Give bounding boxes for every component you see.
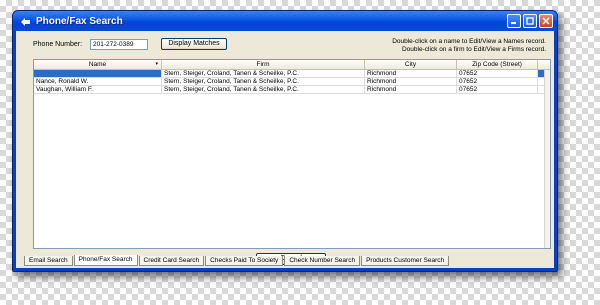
cell-firm[interactable]: Stern, Steiger, Croland, Tanen & Scheilk… xyxy=(162,70,365,77)
display-matches-button[interactable]: Display Matches xyxy=(161,38,227,50)
client-area: Phone Number: Display Matches Double-cli… xyxy=(16,31,554,268)
cell-city[interactable]: Richmond xyxy=(365,86,457,93)
column-header-city[interactable]: City xyxy=(365,60,457,69)
tab-credit-card-search[interactable]: Credit Card Search xyxy=(138,256,205,266)
column-header-name[interactable]: Name ▾ xyxy=(34,60,162,69)
results-grid[interactable]: Name ▾ Firm City Zip Code (Street) Stern… xyxy=(33,59,551,249)
minimize-button[interactable] xyxy=(507,14,521,28)
window-title: Phone/Fax Search xyxy=(36,15,123,27)
tab-checks-paid-to-society[interactable]: Checks Paid To Society xyxy=(205,256,284,266)
maximize-button[interactable] xyxy=(523,14,537,28)
column-header-firm[interactable]: Firm xyxy=(162,60,365,69)
table-row[interactable]: Stern, Steiger, Croland, Tanen & Scheilk… xyxy=(34,70,550,78)
app-icon xyxy=(19,15,31,27)
table-row[interactable]: Vaughan, William F. Stern, Steiger, Crol… xyxy=(34,86,550,94)
tab-phone-fax-search[interactable]: Phone/Fax Search xyxy=(73,255,138,266)
tab-email-search[interactable]: Email Search xyxy=(24,256,73,266)
cell-firm[interactable]: Stern, Steiger, Croland, Tanen & Scheilk… xyxy=(162,86,365,93)
cell-name[interactable]: Nance, Ronald W. xyxy=(34,78,162,85)
vertical-scrollbar[interactable] xyxy=(544,70,550,248)
cell-zip[interactable]: 07652 xyxy=(457,86,538,93)
cell-zip[interactable]: 07652 xyxy=(457,70,538,77)
close-button[interactable] xyxy=(539,14,553,28)
cell-zip[interactable]: 07652 xyxy=(457,78,538,85)
search-tabs: Email Search Phone/Fax Search Credit Car… xyxy=(24,255,450,266)
hint-names: Double-click on a name to Edit/View a Na… xyxy=(392,38,546,45)
title-bar[interactable]: Phone/Fax Search xyxy=(13,11,557,31)
hint-firms: Double-click on a firm to Edit/View a Fi… xyxy=(401,46,546,53)
cell-city[interactable]: Richmond xyxy=(365,78,457,85)
tab-products-customer-search[interactable]: Products Customer Search xyxy=(361,256,450,266)
minimize-icon xyxy=(511,22,516,24)
grid-header: Name ▾ Firm City Zip Code (Street) xyxy=(34,60,550,70)
phone-fax-search-window: Phone/Fax Search Phone Number: Display M… xyxy=(12,10,558,272)
table-row[interactable]: Nance, Ronald W. Stern, Steiger, Croland… xyxy=(34,78,550,86)
phone-number-label: Phone Number: xyxy=(33,41,83,48)
cell-name[interactable]: Vaughan, William F. xyxy=(34,86,162,93)
cell-city[interactable]: Richmond xyxy=(365,70,457,77)
maximize-icon xyxy=(526,17,534,25)
phone-number-input[interactable] xyxy=(90,39,148,50)
column-header-zip[interactable]: Zip Code (Street) xyxy=(457,60,538,69)
cell-name[interactable] xyxy=(34,70,162,77)
cell-firm[interactable]: Stern, Steiger, Croland, Tanen & Scheilk… xyxy=(162,78,365,85)
tab-check-number-search[interactable]: Check Number Search xyxy=(284,256,361,266)
close-icon xyxy=(542,17,550,25)
sort-indicator-icon: ▾ xyxy=(155,61,158,67)
column-header-name-label: Name xyxy=(88,61,107,68)
